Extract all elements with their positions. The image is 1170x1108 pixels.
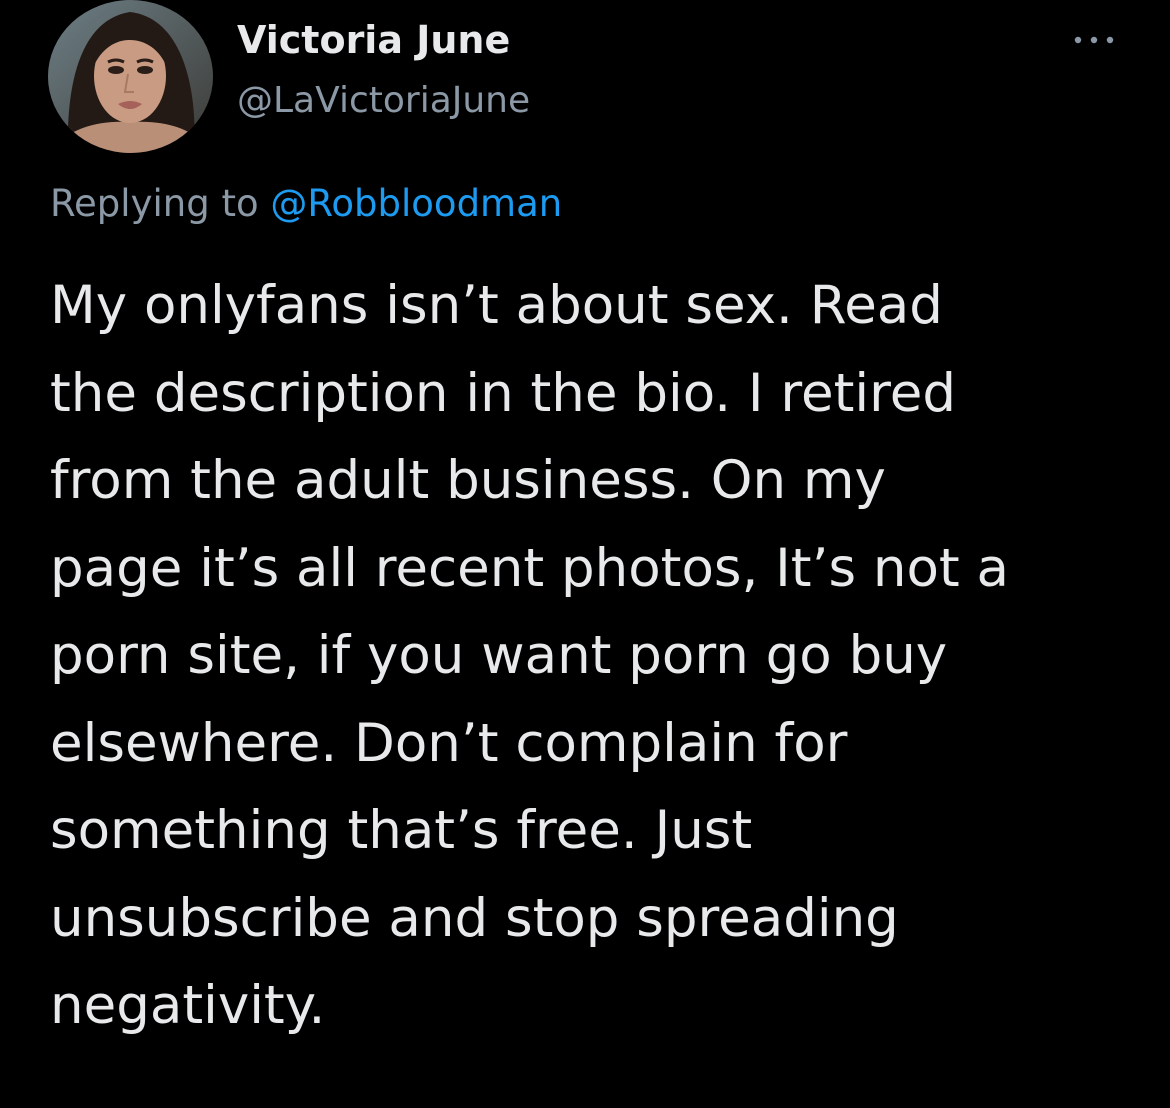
avatar[interactable] [48,0,213,153]
tweet-text: My onlyfans isn’t about sex. Read the de… [50,275,1010,1036]
author-name[interactable]: Victoria June [237,16,510,64]
tweet: Victoria June @LaVictoriaJune Replying t… [0,0,1170,1108]
more-options-icon[interactable] [1068,28,1120,52]
replying-to-handle-link[interactable]: @Robbloodman [270,182,562,225]
replying-to: Replying to @Robbloodman [50,180,562,228]
avatar-image [48,0,213,153]
author-handle[interactable]: @LaVictoriaJune [237,78,530,124]
replying-to-label: Replying to [50,182,271,225]
